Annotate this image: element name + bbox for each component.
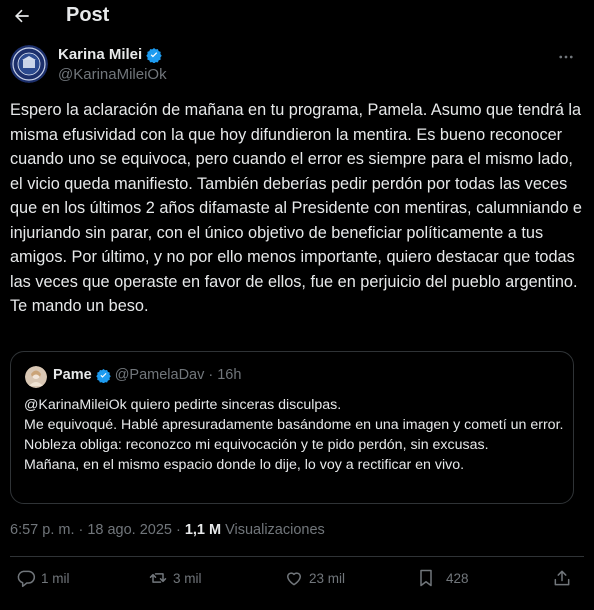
quote-time[interactable]: 16h — [217, 367, 241, 383]
like-count: 23 mil — [309, 570, 346, 586]
author-name-row: Karina Milei — [58, 46, 162, 63]
post-text: Espero la aclaración de mañana en tu pro… — [10, 101, 582, 315]
quote-text: @KarinaMileiOk quiero pedirte sinceras d… — [24, 397, 564, 473]
divider — [10, 556, 584, 557]
bookmark-count: 428 — [446, 570, 469, 586]
quote-separator: · — [208, 367, 214, 383]
meta-separator: · — [78, 522, 84, 538]
reply-button[interactable]: 1 mil — [16, 568, 70, 588]
views-label: Visualizaciones — [225, 522, 325, 538]
seal-logo-icon — [10, 45, 48, 83]
author-avatar[interactable] — [10, 45, 48, 83]
verified-badge-icon — [146, 47, 162, 63]
back-button[interactable] — [8, 2, 36, 30]
quoted-post[interactable]: Pame @PamelaDav · 16h @KarinaMileiOk qui… — [10, 351, 574, 504]
reply-count: 1 mil — [41, 570, 70, 586]
heart-icon — [287, 572, 301, 586]
like-button[interactable]: 23 mil — [284, 568, 345, 588]
quote-header: Pame @PamelaDav · 16h — [53, 367, 241, 383]
quote-author-handle[interactable]: @PamelaDav — [115, 367, 205, 383]
more-options-button[interactable] — [554, 46, 578, 68]
top-bar: Post — [0, 0, 594, 36]
author-handle[interactable]: @KarinaMileiOk — [58, 66, 167, 83]
quote-avatar[interactable] — [25, 366, 47, 388]
meta-separator: · — [176, 522, 181, 538]
bookmark-icon — [420, 569, 432, 587]
bookmark-button[interactable]: 428 — [416, 568, 469, 588]
repost-count: 3 mil — [173, 570, 202, 586]
verified-badge-icon — [95, 368, 111, 383]
post-meta: 6:57 p. m. · 18 ago. 2025 · 1,1 M Visual… — [10, 522, 325, 538]
reply-icon — [17, 570, 36, 588]
action-bar: 1 mil 3 mil 23 mil 428 — [0, 568, 594, 598]
post-date[interactable]: 18 ago. 2025 — [87, 522, 172, 538]
repost-icon — [149, 573, 167, 583]
repost-button[interactable]: 3 mil — [148, 568, 202, 588]
arrow-left-icon — [15, 9, 29, 23]
profile-photo-icon — [25, 366, 47, 388]
page-title: Post — [66, 4, 110, 26]
post-time[interactable]: 6:57 p. m. — [10, 522, 74, 538]
author-name[interactable]: Karina Milei — [58, 46, 142, 63]
share-button[interactable] — [552, 568, 572, 588]
views-count: 1,1 M — [184, 522, 222, 538]
more-dots-icon — [559, 55, 573, 59]
quote-author-name[interactable]: Pame — [53, 367, 92, 383]
share-icon — [554, 570, 570, 586]
